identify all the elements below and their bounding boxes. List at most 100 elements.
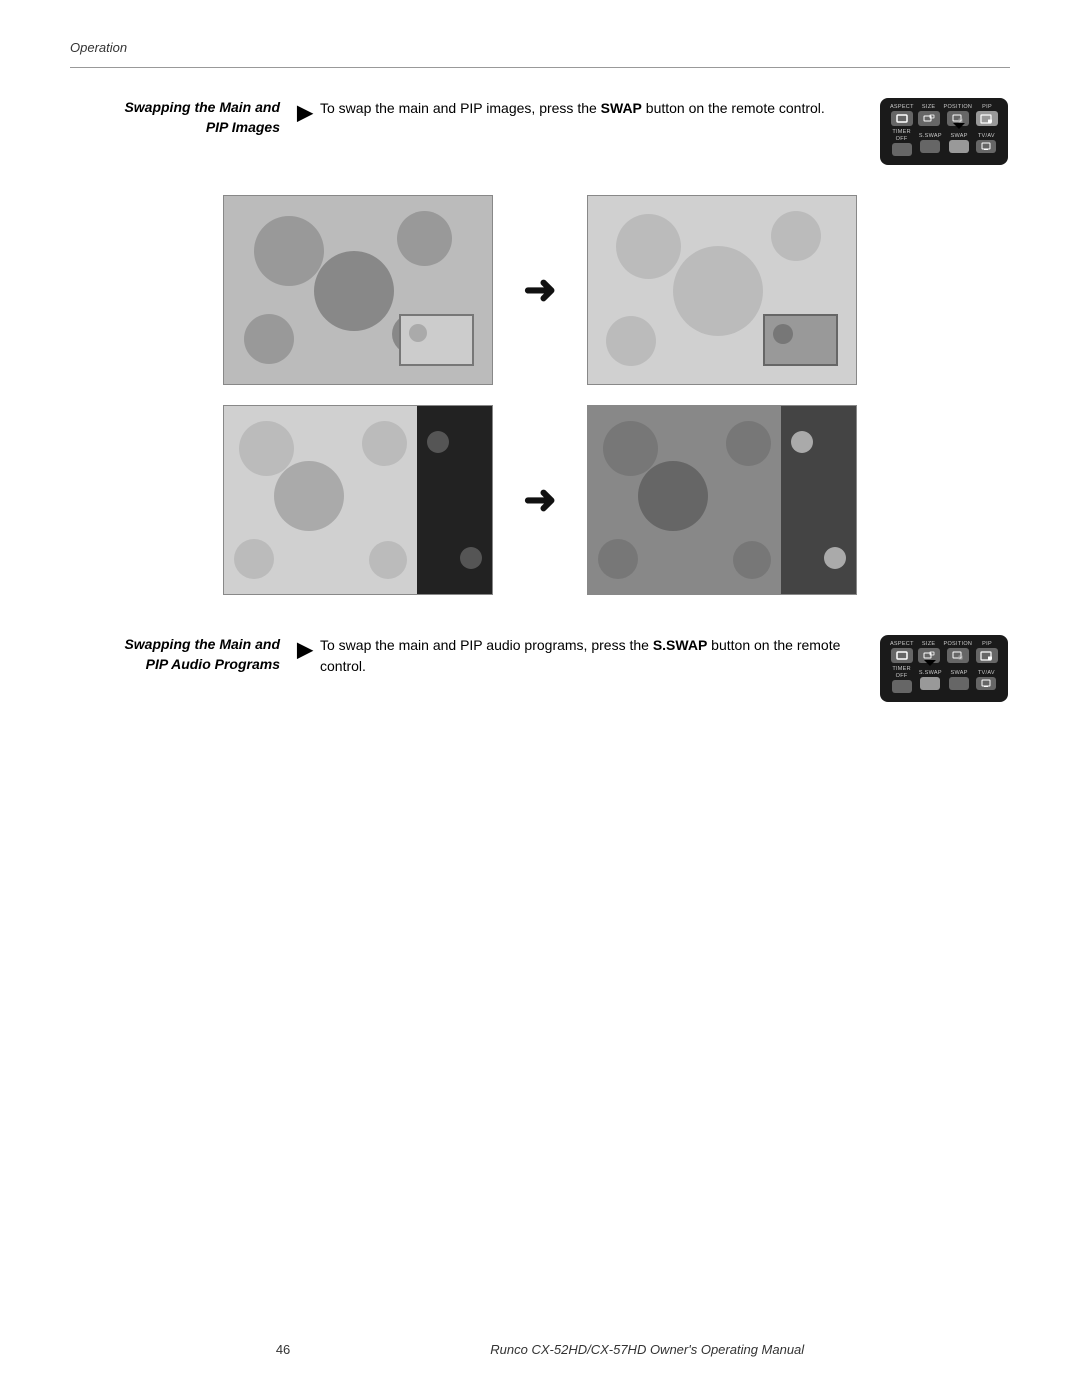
section2-text-bold: S.SWAP (653, 637, 707, 653)
remote2-btn-position[interactable] (947, 648, 969, 663)
remote2-label-pip-text: PIP (982, 641, 992, 647)
pap-right-before (417, 406, 492, 594)
circle-tl (254, 216, 324, 286)
diagrams-area: ➜ (70, 195, 1010, 595)
pap-after-circle-br (733, 541, 771, 579)
page-container: Operation Swapping the Main and PIP Imag… (0, 0, 1080, 1397)
pap-after-circle-tl (603, 421, 658, 476)
section2-text: To swap the main and PIP audio programs,… (320, 635, 860, 677)
remote-btn-aspect[interactable] (891, 111, 913, 126)
section2-arrow-col: ▶ (290, 635, 320, 662)
footer-manual-title: Runco CX-52HD/CX-57HD Owner's Operating … (490, 1342, 804, 1357)
section1-label: Swapping the Main and PIP Images (124, 98, 280, 137)
remote2-btn-swap[interactable] (949, 677, 969, 690)
pap-before-box (223, 405, 493, 595)
pap-circle-tr (362, 421, 407, 466)
circle-bl (244, 314, 294, 364)
pap-right-after (781, 406, 856, 594)
remote-label-off-text: OFF (896, 136, 908, 142)
remote2-btn-timer[interactable] (892, 680, 912, 693)
pip-diagram-arrow: ➜ (523, 270, 557, 310)
remote2-label-tvav: TV/AV (976, 670, 996, 690)
remote-bottom-labels-2: TIMER OFF S.SWAP (888, 666, 1000, 693)
pap-left-before (224, 406, 417, 594)
section1-arrow: ▶ (297, 100, 312, 125)
remote2-btn-tvav[interactable] (976, 677, 996, 690)
remote2-label-tvav-text: TV/AV (978, 670, 995, 676)
pap-after-circle-center (638, 461, 708, 531)
pap-right-circle-1 (427, 431, 449, 453)
pap-after-circle-bl (598, 539, 638, 579)
remote2-label-size-text: SIZE (922, 641, 935, 647)
remote2-label-aspect: ASPECT (890, 641, 914, 663)
remote2-label-timer: TIMER OFF (892, 666, 912, 693)
remote-label-pip: PIP (976, 104, 998, 126)
remote-label-aspect-text: ASPECT (890, 104, 914, 110)
remote-label-sswap: S.SWAP (919, 133, 942, 153)
section1-label-line2: PIP Images (206, 119, 280, 135)
circle-bl-after (606, 316, 656, 366)
page-header: Operation (70, 40, 1010, 55)
remote2-label-position-text: POSITION (944, 641, 973, 647)
pap-circle-tl (239, 421, 294, 476)
section2-text-before: To swap the main and PIP audio programs,… (320, 637, 653, 653)
header-rule (70, 67, 1010, 68)
pap-circle-center (274, 461, 344, 531)
section1-text-before: To swap the main and PIP images, press t… (320, 100, 601, 116)
remote2-label-sswap-text: S.SWAP (919, 670, 942, 676)
pap-right-circle-2 (460, 547, 482, 569)
pap-after-right-circle-2 (824, 547, 846, 569)
section2-label-line2: PIP Audio Programs (146, 656, 280, 672)
section2-arrow: ▶ (297, 637, 312, 662)
section1-content: To swap the main and PIP images, press t… (320, 98, 1010, 165)
remote-btn-timer[interactable] (892, 143, 912, 156)
remote-btn-swap[interactable] (949, 140, 969, 153)
pip-inset-before (399, 314, 474, 366)
swap-arrow-indicator (953, 123, 965, 129)
remote2-btn-aspect[interactable] (891, 648, 913, 663)
remote-btn-sswap[interactable] (920, 140, 940, 153)
pap-left-after (588, 406, 781, 594)
sswap-arrow-indicator (924, 660, 936, 666)
pip-inset-circle-after (773, 324, 793, 344)
remote2-label-swap-text: SWAP (951, 670, 968, 676)
remote-control-2: ASPECT SIZE POSITION (880, 635, 1010, 702)
section1-text: To swap the main and PIP images, press t… (320, 98, 860, 119)
section2-label-col: Swapping the Main and PIP Audio Programs (70, 635, 290, 674)
circle-tr (397, 211, 452, 266)
section2-row: Swapping the Main and PIP Audio Programs… (70, 635, 1010, 702)
remote-label-swap-text: SWAP (951, 133, 968, 139)
remote-top-labels-1: ASPECT SIZE POSITION (888, 104, 1000, 126)
remote-label-tvav: TV/AV (976, 133, 996, 153)
circle-tl-after (616, 214, 681, 279)
remote-label-size-text: SIZE (922, 104, 935, 110)
pap-diagram-row: ➜ (223, 405, 857, 595)
section2-content: To swap the main and PIP audio programs,… (320, 635, 1010, 702)
section2-label: Swapping the Main and PIP Audio Programs (124, 635, 280, 674)
remote-btn-pip[interactable] (976, 111, 998, 126)
pap-diagram-arrow: ➜ (523, 480, 557, 520)
remote2-label-swap: SWAP (949, 670, 969, 690)
remote2-label-aspect-text: ASPECT (890, 641, 914, 647)
remote-btn-tvav[interactable] (976, 140, 996, 153)
remote-top-labels-2: ASPECT SIZE POSITION (888, 641, 1000, 663)
remote-btn-size[interactable] (918, 111, 940, 126)
section1-text-bold: SWAP (601, 100, 642, 116)
section1-arrow-col: ▶ (290, 98, 320, 125)
remote-box-2: ASPECT SIZE POSITION (880, 635, 1008, 702)
remote2-label-sswap: S.SWAP (919, 670, 942, 690)
remote2-btn-sswap[interactable] (920, 677, 940, 690)
page-footer: 46 Runco CX-52HD/CX-57HD Owner's Operati… (0, 1342, 1080, 1357)
pip-inset-after (763, 314, 838, 366)
pap-after-circle-tr (726, 421, 771, 466)
remote2-label-pip: PIP (976, 641, 998, 663)
remote-label-timer: TIMER OFF (892, 129, 912, 156)
remote-label-timer-text: TIMER (892, 129, 911, 135)
pip-before-box (223, 195, 493, 385)
remote2-label-off-text: OFF (896, 673, 908, 679)
pap-circle-br (369, 541, 407, 579)
remote-label-pip-text: PIP (982, 104, 992, 110)
remote2-btn-pip[interactable] (976, 648, 998, 663)
remote-label-tvav-text: TV/AV (978, 133, 995, 139)
circle-center-after (673, 246, 763, 336)
